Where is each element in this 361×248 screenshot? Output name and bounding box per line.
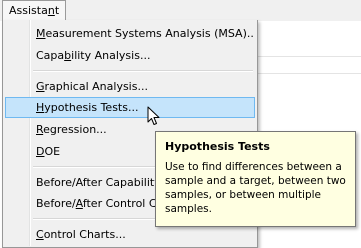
app-window: Assistant Measurement Systems Analysis (… (0, 0, 361, 248)
menu-item-control-charts[interactable]: Control Charts... (5, 224, 255, 245)
menu-item-msa[interactable]: Measurement Systems Analysis (MSA)... (5, 23, 255, 44)
menu-item-hypothesis-tests[interactable]: Hypothesis Tests... (5, 97, 255, 118)
menu-assistant-mnemonic: n (47, 4, 55, 17)
mouse-pointer-icon (147, 106, 160, 125)
menu-assistant-label: Assista (9, 4, 48, 17)
menu-item-graphical-analysis[interactable]: Graphical Analysis... (5, 76, 255, 97)
menu-separator (33, 70, 253, 72)
tooltip-title: Hypothesis Tests (165, 140, 270, 153)
menu-assistant[interactable]: Assistant (2, 0, 67, 20)
hypothesis-tests-tooltip: Hypothesis Tests Use to find differences… (155, 131, 356, 227)
background-divider (258, 73, 361, 74)
menu-assistant-label-end: t (54, 4, 60, 17)
menu-item-capability-analysis[interactable]: Capability Analysis... (5, 45, 255, 66)
menu-bar: Assistant (0, 0, 361, 21)
tooltip-description: Use to find differences between a sample… (165, 161, 346, 215)
background-divider (258, 56, 361, 57)
